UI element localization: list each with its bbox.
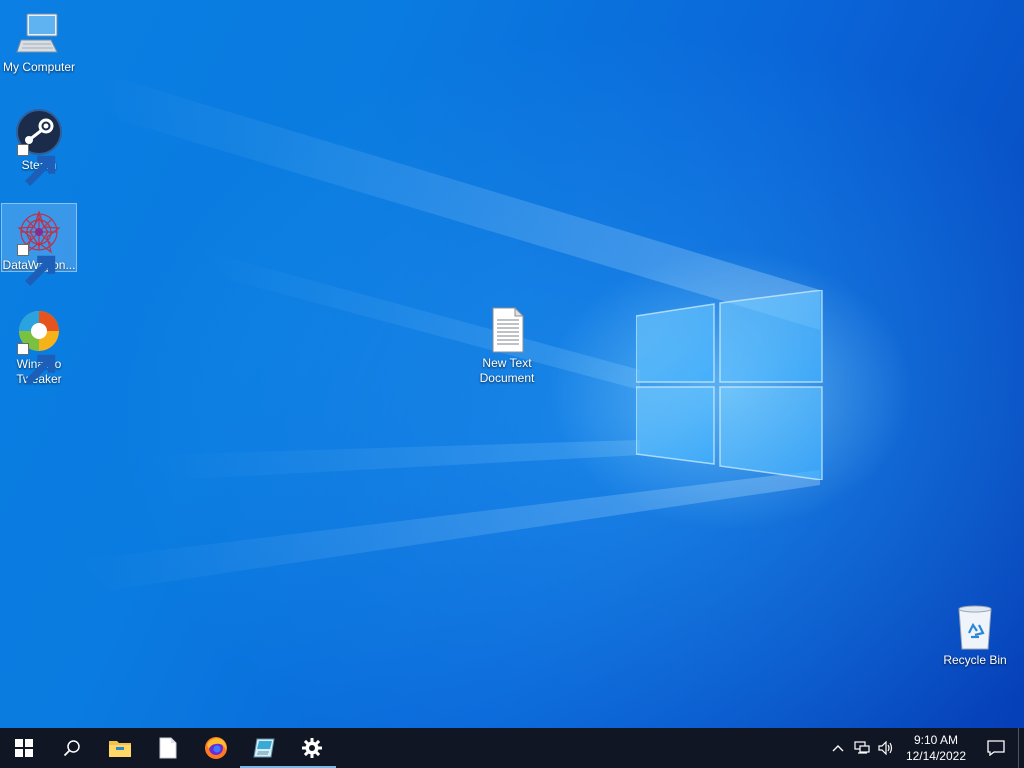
desktop-icon-label: New Text Document	[479, 356, 535, 385]
taskbar-settings[interactable]	[288, 728, 336, 768]
computer-icon	[15, 10, 63, 58]
desktop-icon-label: Recycle Bin	[943, 653, 1007, 667]
text-document-icon	[483, 306, 531, 354]
search-icon	[63, 740, 80, 757]
file-explorer-icon	[109, 741, 131, 757]
system-tray: 9:10 AM 12/14/2022	[826, 728, 1024, 768]
desktop[interactable]: My Computer Steam DataWagon... Winaero T…	[0, 0, 1024, 728]
notepad-app-icon	[253, 738, 275, 758]
chevron-up-icon	[832, 745, 844, 752]
shortcut-arrow-icon	[17, 144, 56, 186]
recycle-bin-icon	[951, 603, 999, 651]
action-center-button[interactable]	[974, 728, 1018, 768]
winaero-tweaker-icon	[15, 307, 63, 385]
windows-logo-wallpaper	[636, 290, 823, 480]
clock[interactable]: 9:10 AM 12/14/2022	[898, 732, 974, 764]
desktop-icon-my-computer[interactable]: My Computer	[1, 6, 77, 75]
shortcut-arrow-icon	[17, 244, 56, 286]
network-icon	[854, 741, 870, 754]
desktop-icon-recycle-bin[interactable]: Recycle Bin	[937, 599, 1013, 668]
firefox-icon	[205, 737, 227, 759]
clock-time: 9:10 AM	[913, 733, 958, 747]
document-icon	[159, 737, 177, 759]
taskbar-firefox[interactable]	[192, 728, 240, 768]
steam-icon	[15, 108, 63, 186]
taskbar-document[interactable]	[144, 728, 192, 768]
taskbar: 9:10 AM 12/14/2022	[0, 728, 1024, 768]
taskbar-file-explorer[interactable]	[96, 728, 144, 768]
desktop-icon-steam[interactable]: Steam	[1, 104, 77, 186]
notification-icon	[987, 740, 1005, 756]
desktop-icon-label: My Computer	[2, 60, 76, 74]
volume-icon	[878, 741, 893, 755]
desktop-icon-new-text-document[interactable]: New Text Document	[469, 302, 545, 386]
show-desktop-button[interactable]	[1018, 728, 1024, 768]
desktop-icon-winaero-tweaker[interactable]: Winaero Tweaker	[1, 303, 77, 387]
datawagon-icon	[15, 208, 63, 286]
desktop-icon-datawagon[interactable]: DataWagon...	[1, 203, 77, 286]
windows-start-icon	[15, 739, 33, 757]
start-button[interactable]	[0, 728, 48, 768]
show-hidden-icons-button[interactable]	[826, 728, 850, 768]
clock-date: 12/14/2022	[905, 749, 966, 763]
volume-button[interactable]	[874, 728, 898, 768]
search-button[interactable]	[48, 728, 96, 768]
settings-gear-icon	[302, 738, 322, 758]
network-button[interactable]	[850, 728, 874, 768]
shortcut-arrow-icon	[17, 343, 56, 385]
taskbar-notepad-app[interactable]	[240, 728, 288, 768]
